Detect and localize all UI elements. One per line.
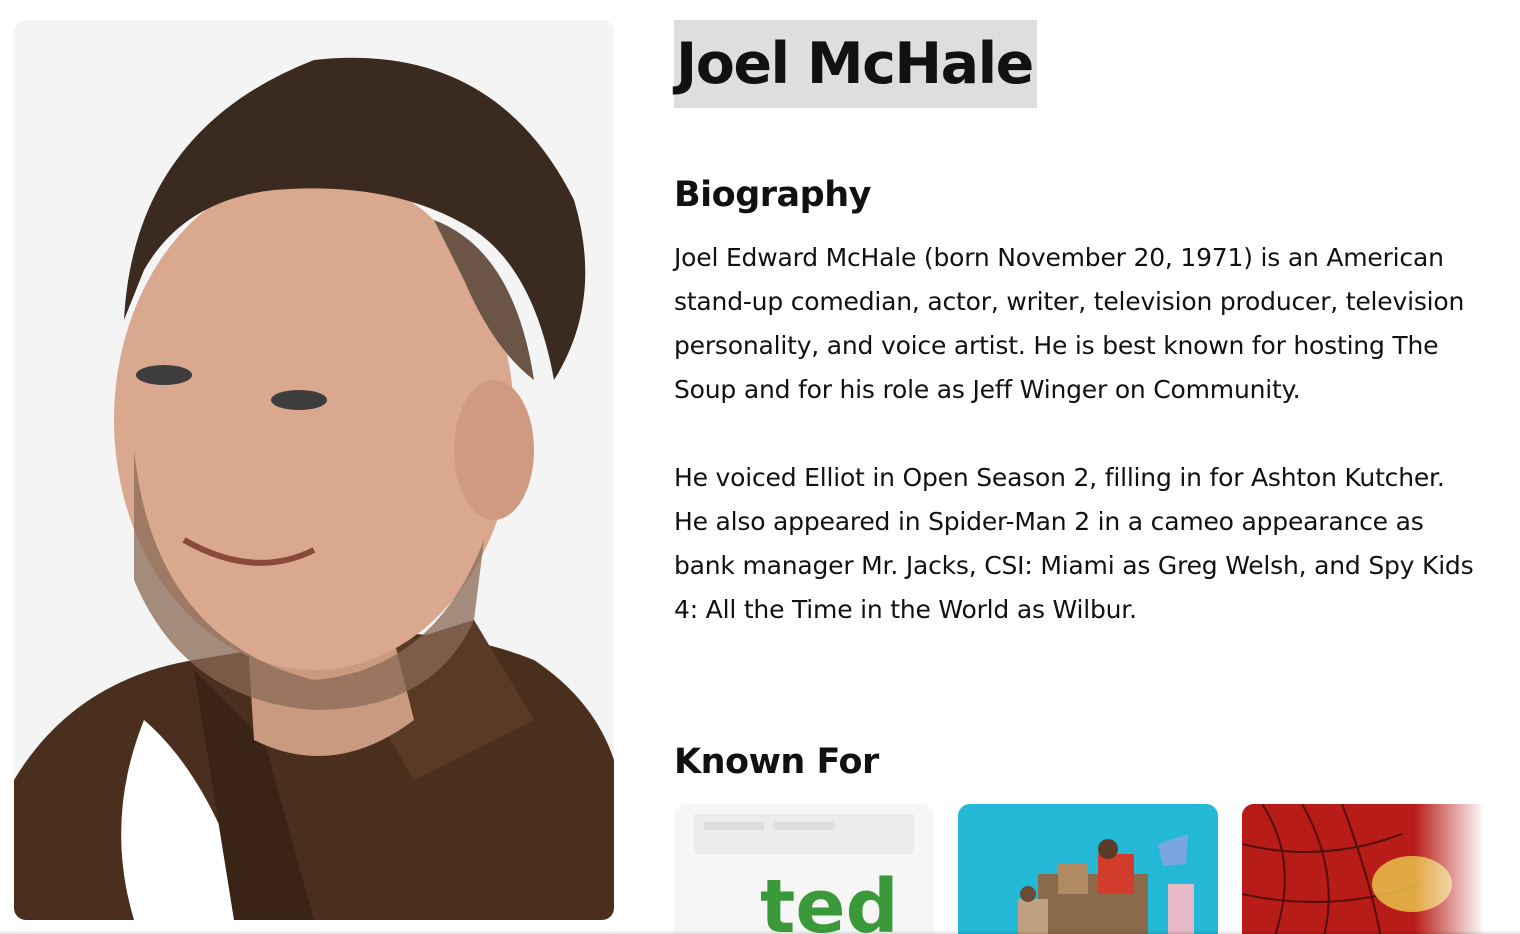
biography-paragraph: He voiced Elliot in Open Season 2, filli… [674, 463, 1474, 624]
biography-text: Joel Edward McHale (born November 20, 19… [674, 236, 1474, 632]
poster-image [958, 804, 1218, 934]
known-for-card-2[interactable] [958, 804, 1218, 934]
known-for-carousel[interactable]: ted [674, 804, 1484, 934]
person-name: Joel McHale [674, 20, 1037, 108]
biography-paragraph: Joel Edward McHale (born November 20, 19… [674, 243, 1465, 404]
person-details: Joel McHale Biography Joel Edward McHale… [674, 20, 1474, 782]
carousel-fade [1414, 804, 1484, 934]
known-for-heading: Known For [674, 742, 879, 782]
known-for-card-ted[interactable]: ted [674, 804, 934, 934]
profile-photo-image [14, 20, 614, 920]
poster-title: ted [760, 864, 899, 934]
biography-heading: Biography [674, 175, 871, 215]
profile-photo [14, 20, 614, 920]
poster-image: ted [674, 804, 934, 934]
scroll-shadow [0, 930, 1520, 934]
